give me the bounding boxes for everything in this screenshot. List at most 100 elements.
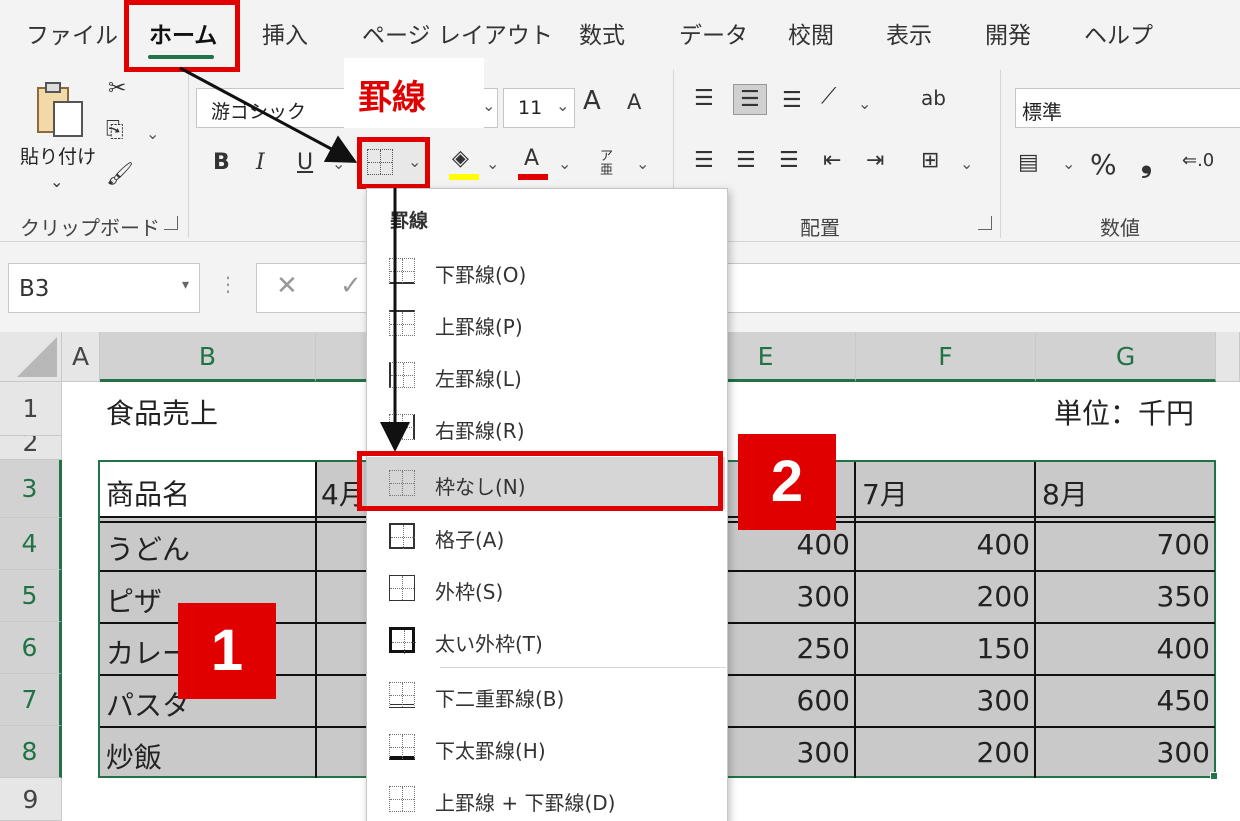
tab-review[interactable]: 校閲 bbox=[788, 16, 834, 50]
font-color-chevron-icon[interactable]: ⌄ bbox=[558, 154, 571, 173]
row-header-2[interactable]: 2 bbox=[0, 436, 62, 460]
row-header-9[interactable]: 9 bbox=[0, 778, 62, 821]
fill-color-chevron-icon[interactable]: ⌄ bbox=[486, 154, 499, 173]
tab-page-layout[interactable]: ページ レイアウト bbox=[362, 16, 553, 50]
row-header-5[interactable]: 5 bbox=[0, 570, 62, 622]
shrink-font-button[interactable]: A bbox=[627, 90, 641, 114]
cell-title[interactable]: 食品売上 bbox=[106, 392, 218, 432]
cell-value-f[interactable]: 200 bbox=[856, 580, 1030, 613]
number-format-input[interactable]: 標準 bbox=[1015, 88, 1240, 128]
cell-product-name[interactable]: うどん bbox=[106, 528, 190, 568]
percent-style-button[interactable]: % bbox=[1090, 148, 1117, 181]
cell-value-f[interactable]: 400 bbox=[856, 528, 1030, 561]
row-header-8[interactable]: 8 bbox=[0, 726, 62, 778]
font-name-chevron-icon[interactable]: ⌄ bbox=[482, 96, 495, 115]
increase-indent-icon[interactable]: ⇥ bbox=[866, 148, 884, 173]
row-header-1[interactable]: 1 bbox=[0, 382, 62, 436]
column-header-g[interactable]: G bbox=[1036, 332, 1216, 382]
cancel-entry-icon[interactable]: ✕ bbox=[276, 271, 298, 301]
header-cell-product[interactable]: 商品名 bbox=[106, 473, 190, 513]
underline-button[interactable]: U bbox=[297, 150, 313, 175]
menu-item-bottom-double-border[interactable]: 下二重罫線(B) bbox=[367, 669, 725, 721]
orientation-chevron-icon[interactable]: ⌄ bbox=[858, 94, 871, 113]
underline-chevron-icon[interactable]: ⌄ bbox=[332, 154, 345, 173]
align-bottom-icon[interactable]: ☰ bbox=[782, 88, 802, 113]
cell-value-g[interactable]: 400 bbox=[1036, 632, 1210, 665]
furigana-button[interactable]: ア亜 bbox=[600, 150, 614, 178]
grow-font-button[interactable]: A bbox=[583, 86, 601, 116]
column-header-a[interactable]: A bbox=[62, 332, 100, 382]
clipboard-dialog-launcher-icon[interactable] bbox=[164, 216, 178, 230]
increase-decimal-icon[interactable]: ⇐.0 bbox=[1182, 150, 1214, 171]
menu-item-all-borders[interactable]: 格子(A) bbox=[367, 510, 725, 562]
comma-style-button[interactable]: ❟ bbox=[1141, 146, 1152, 180]
menu-item-top-border[interactable]: 上罫線(P) bbox=[367, 297, 725, 349]
menu-item-thick-outside-border[interactable]: 太い外枠(T) bbox=[367, 614, 725, 666]
align-right-icon[interactable]: ☰ bbox=[779, 148, 799, 173]
cell-product-name[interactable]: 炒飯 bbox=[106, 736, 162, 776]
select-all-corner[interactable] bbox=[0, 332, 62, 382]
column-header-next[interactable] bbox=[1216, 332, 1240, 382]
alignment-dialog-launcher-icon[interactable] bbox=[978, 216, 992, 230]
header-cell-july[interactable]: 7月 bbox=[862, 473, 908, 513]
name-box-chevron-icon[interactable]: ▾ bbox=[182, 277, 189, 293]
tab-formulas[interactable]: 数式 bbox=[579, 16, 625, 50]
borders-button[interactable]: ⌄ bbox=[357, 137, 430, 189]
italic-button[interactable]: I bbox=[256, 150, 265, 175]
fill-color-icon[interactable]: ◈ bbox=[452, 146, 469, 171]
copy-icon[interactable]: ⎘ bbox=[106, 118, 124, 143]
row-header-3[interactable]: 3 bbox=[0, 460, 62, 518]
menu-item-top-and-bottom-border[interactable]: 上罫線 + 下罫線(D) bbox=[367, 773, 725, 821]
enter-entry-icon[interactable]: ✓ bbox=[340, 271, 362, 301]
menu-item-bottom-border[interactable]: 下罫線(O) bbox=[367, 245, 725, 297]
cell-product-name[interactable]: ピザ bbox=[106, 580, 162, 620]
column-header-b[interactable]: B bbox=[100, 332, 316, 382]
align-center-icon[interactable]: ☰ bbox=[736, 148, 756, 173]
merge-center-chevron-icon[interactable]: ⌄ bbox=[960, 154, 973, 173]
font-color-icon[interactable]: A bbox=[524, 146, 539, 171]
tab-help[interactable]: ヘルプ bbox=[1084, 16, 1153, 50]
paste-button-label[interactable]: 貼り付け bbox=[20, 142, 96, 169]
align-top-icon[interactable]: ☰ bbox=[694, 86, 714, 111]
header-cell-august[interactable]: 8月 bbox=[1042, 473, 1088, 513]
menu-item-thick-bottom-border[interactable]: 下太罫線(H) bbox=[367, 721, 725, 773]
menu-item-right-border[interactable]: 右罫線(R) bbox=[367, 401, 725, 453]
wrap-text-icon[interactable]: ab bbox=[921, 86, 946, 110]
cell-value-g[interactable]: 700 bbox=[1036, 528, 1210, 561]
menu-item-left-border[interactable]: 左罫線(L) bbox=[367, 349, 725, 401]
cell-value-g[interactable]: 450 bbox=[1036, 684, 1210, 717]
decrease-indent-icon[interactable]: ⇤ bbox=[823, 148, 841, 173]
fill-handle[interactable] bbox=[1210, 772, 1218, 780]
borders-chevron-icon[interactable]: ⌄ bbox=[408, 152, 421, 171]
accounting-format-icon[interactable]: ▤ bbox=[1018, 150, 1039, 175]
furigana-chevron-icon[interactable]: ⌄ bbox=[636, 154, 649, 173]
cell-value-f[interactable]: 150 bbox=[856, 632, 1030, 665]
tab-file[interactable]: ファイル bbox=[26, 16, 118, 50]
row-header-4[interactable]: 4 bbox=[0, 518, 62, 570]
bold-button[interactable]: B bbox=[213, 150, 230, 175]
font-size-chevron-icon[interactable]: ⌄ bbox=[556, 96, 569, 115]
cell-unit[interactable]: 単位：千円 bbox=[1054, 392, 1194, 432]
merge-center-icon[interactable]: ⊞ bbox=[921, 148, 939, 173]
row-header-7[interactable]: 7 bbox=[0, 674, 62, 726]
cell-value-f[interactable]: 300 bbox=[856, 684, 1030, 717]
row-header-6[interactable]: 6 bbox=[0, 622, 62, 674]
format-painter-icon[interactable]: 🖌 bbox=[106, 162, 134, 187]
tab-developer[interactable]: 開発 bbox=[985, 16, 1031, 50]
orientation-icon[interactable]: ⟋ bbox=[821, 84, 836, 109]
cell-value-g[interactable]: 300 bbox=[1036, 736, 1210, 769]
menu-item-outside-borders[interactable]: 外枠(S) bbox=[367, 562, 725, 614]
cell-value-g[interactable]: 350 bbox=[1036, 580, 1210, 613]
name-box[interactable]: B3 ▾ bbox=[8, 263, 200, 313]
tab-view[interactable]: 表示 bbox=[886, 16, 932, 50]
copy-options-chevron-icon[interactable]: ⌄ bbox=[146, 124, 159, 143]
paste-options-chevron-icon[interactable]: ⌄ bbox=[50, 172, 63, 191]
align-left-icon[interactable]: ☰ bbox=[694, 148, 714, 173]
tab-insert[interactable]: 挿入 bbox=[262, 16, 308, 50]
align-middle-icon[interactable]: ☰ bbox=[733, 84, 767, 115]
paste-icon[interactable] bbox=[34, 80, 86, 138]
tab-data[interactable]: データ bbox=[679, 16, 748, 50]
accounting-format-chevron-icon[interactable]: ⌄ bbox=[1062, 154, 1075, 173]
column-header-f[interactable]: F bbox=[856, 332, 1036, 382]
cut-icon[interactable]: ✂ bbox=[108, 76, 126, 101]
